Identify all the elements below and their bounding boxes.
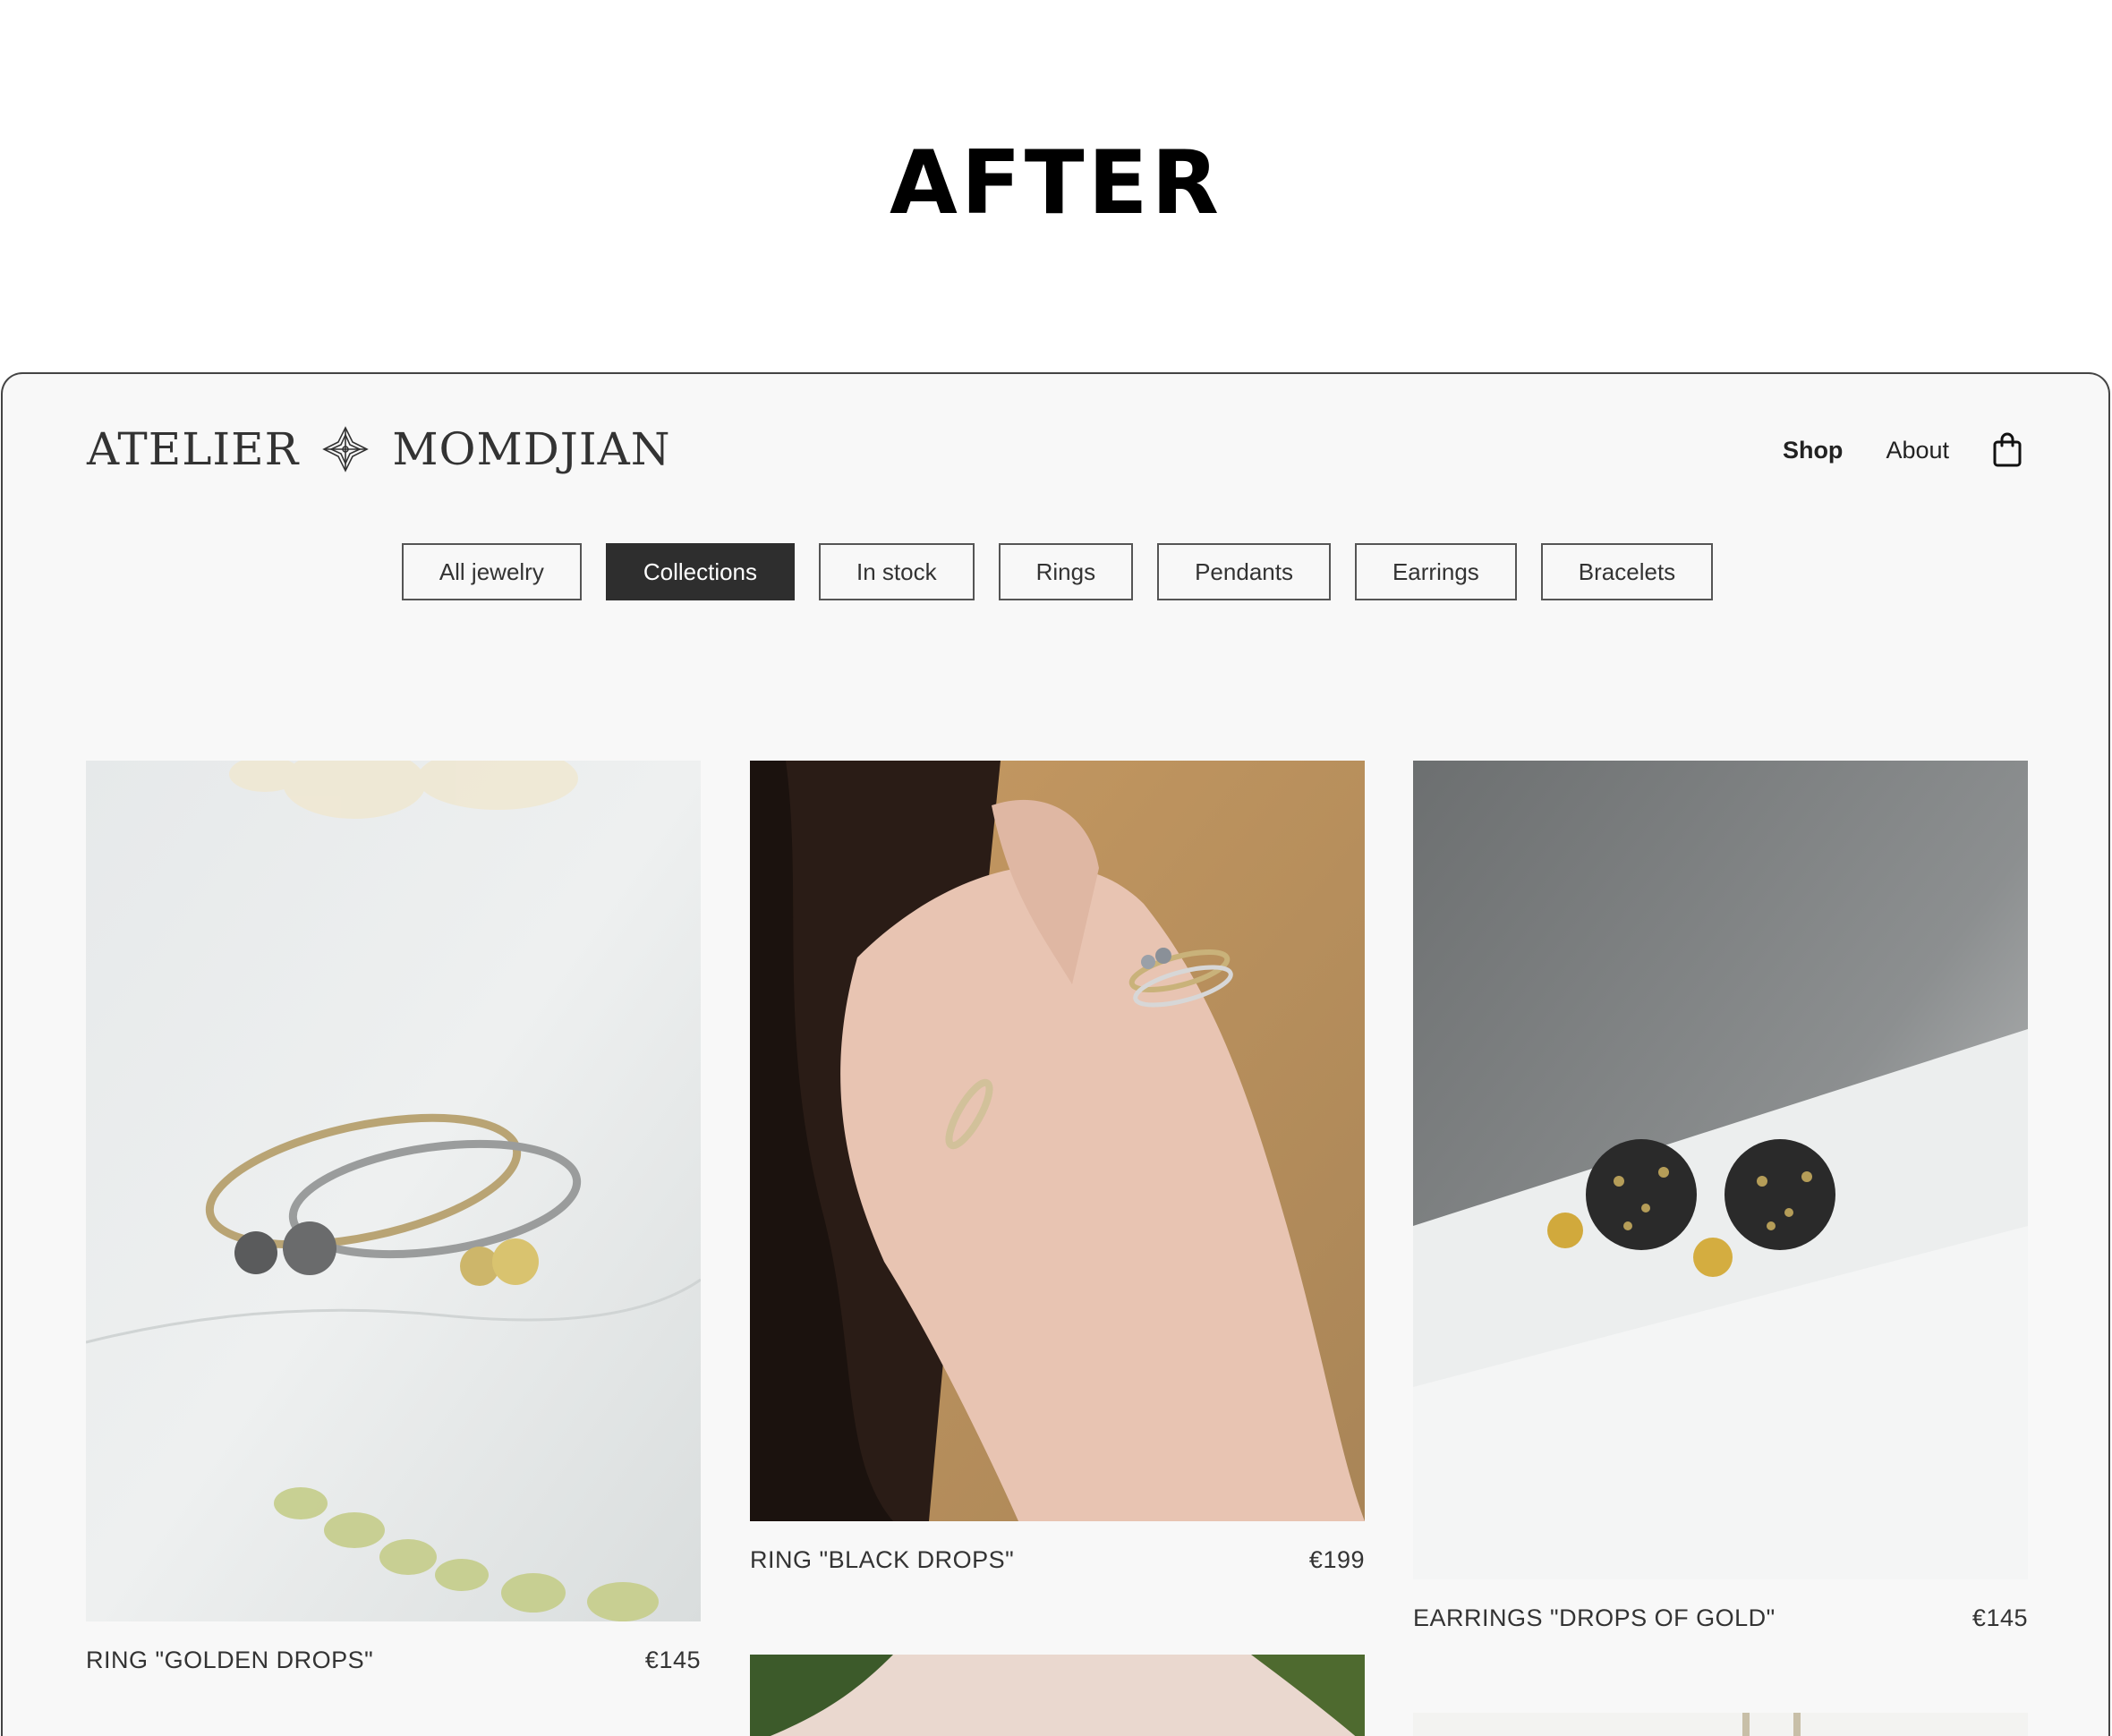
website-frame: ATELIER MOMDJIAN Shop About All jewelry …	[1, 372, 2110, 1736]
product-name: EARRINGS "DROPS OF GOLD"	[1413, 1604, 1776, 1631]
brand-logo[interactable]: ATELIER MOMDJIAN	[87, 408, 670, 490]
product-card-partial[interactable]	[1413, 1713, 2028, 1736]
brand-name-right: MOMDJIAN	[392, 423, 671, 475]
product-card[interactable]: EARRINGS "DROPS OF GOLD" €145	[1413, 761, 2028, 1632]
product-price: €199	[1308, 1546, 1365, 1573]
filter-earrings[interactable]: Earrings	[1354, 543, 1517, 600]
product-image-black-drops[interactable]	[750, 761, 1365, 1521]
top-navigation: Shop About	[1783, 419, 2023, 481]
product-name: RING "GOLDEN DROPS"	[86, 1647, 374, 1673]
product-card[interactable]: RING "GOLDEN DROPS" €145	[86, 761, 701, 1674]
filter-bracelets[interactable]: Bracelets	[1540, 543, 1714, 600]
product-price: €145	[1971, 1604, 2028, 1631]
filter-collections[interactable]: Collections	[605, 543, 796, 600]
nav-about-link[interactable]: About	[1886, 437, 1949, 464]
product-meta: RING "GOLDEN DROPS" €145	[86, 1647, 701, 1674]
product-card-partial[interactable]	[750, 1655, 1365, 1736]
filter-pendants[interactable]: Pendants	[1157, 543, 1331, 600]
product-image-partial[interactable]	[1413, 1713, 2028, 1736]
product-name: RING "BLACK DROPS"	[750, 1546, 1015, 1573]
product-card[interactable]: RING "BLACK DROPS" €199	[750, 761, 1365, 1574]
diamond-ornament-icon	[322, 426, 370, 472]
filter-in-stock[interactable]: In stock	[819, 543, 975, 600]
product-image-partial[interactable]	[750, 1655, 1365, 1736]
product-image-drops-of-gold[interactable]	[1413, 761, 2028, 1579]
product-meta: RING "BLACK DROPS" €199	[750, 1546, 1365, 1574]
after-heading: AFTER	[889, 132, 1223, 234]
product-meta: EARRINGS "DROPS OF GOLD" €145	[1413, 1604, 2028, 1632]
category-filter-bar: All jewelry Collections In stock Rings P…	[3, 543, 2108, 600]
product-price: €145	[644, 1647, 701, 1673]
filter-rings[interactable]: Rings	[998, 543, 1134, 600]
nav-shop-link[interactable]: Shop	[1783, 437, 1844, 464]
filter-all-jewelry[interactable]: All jewelry	[401, 543, 582, 600]
product-image-golden-drops[interactable]	[86, 761, 701, 1621]
shopping-bag-icon[interactable]	[1992, 432, 2023, 468]
brand-name-left: ATELIER	[87, 423, 300, 475]
